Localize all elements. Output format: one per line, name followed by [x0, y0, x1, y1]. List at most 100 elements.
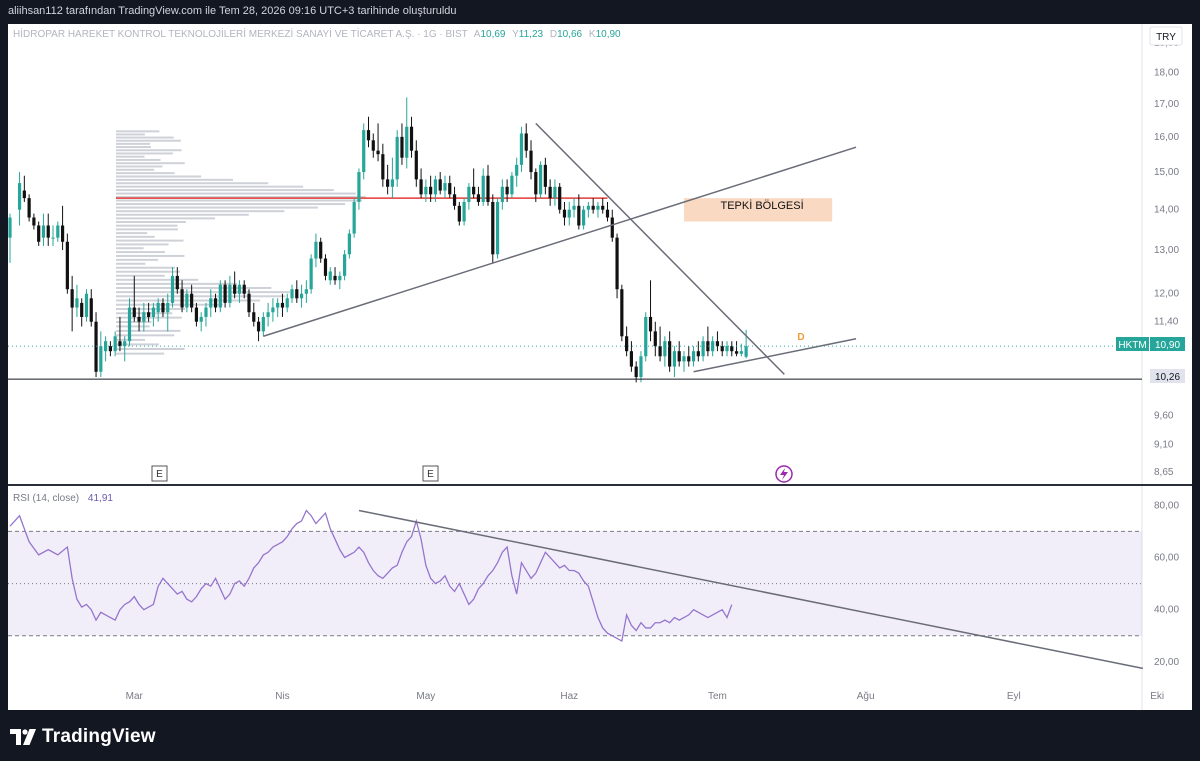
candle-body	[37, 225, 41, 242]
candle-body	[123, 341, 127, 347]
tradingview-logo[interactable]: TradingView	[10, 726, 156, 748]
volume-profile-bar	[116, 133, 145, 136]
candle	[352, 198, 356, 238]
candle-body	[204, 307, 208, 317]
rsi-tick-label: 20,00	[1154, 657, 1179, 668]
candle	[395, 130, 399, 187]
candle-body	[515, 164, 519, 176]
candle	[519, 126, 524, 173]
candle	[605, 201, 610, 222]
candle-body	[60, 225, 65, 242]
candle	[457, 201, 461, 226]
volume-profile-bar	[116, 165, 163, 168]
price-tick-label: 13,00	[1154, 245, 1179, 256]
volume-profile-bar	[116, 262, 146, 265]
candle-body	[472, 186, 476, 195]
candle-body	[625, 336, 629, 352]
currency-label: TRY	[1156, 32, 1176, 43]
candle-body	[457, 205, 461, 222]
candle	[500, 179, 504, 210]
chart-svg[interactable]: TEPKİ BÖLGESİ 19,0018,0017,0016,0015,001…	[8, 24, 1192, 710]
candle	[199, 312, 203, 332]
candle-body	[151, 307, 155, 317]
candle	[443, 175, 447, 199]
candle-body	[170, 275, 175, 303]
candle-body	[481, 175, 485, 202]
chart-panel[interactable]: TEPKİ BÖLGESİ 19,0018,0017,0016,0015,001…	[8, 24, 1192, 710]
candle	[357, 168, 361, 210]
candle	[644, 312, 648, 362]
candle-body	[271, 307, 275, 313]
candle-body	[266, 312, 270, 317]
candle-body	[543, 164, 547, 187]
candle-body	[352, 201, 356, 234]
rsi-band	[8, 531, 1142, 636]
volume-profile-bar	[116, 199, 362, 202]
candle-body	[22, 190, 26, 199]
candle	[276, 298, 280, 317]
candle	[696, 341, 700, 362]
volume-profile-bar	[116, 189, 334, 192]
candle-body	[438, 179, 442, 191]
candle	[639, 351, 643, 383]
candle	[295, 280, 299, 303]
candle-body	[362, 130, 366, 173]
candle-body	[491, 201, 495, 255]
candle	[677, 341, 681, 367]
candle	[204, 302, 208, 327]
candle	[252, 302, 256, 327]
candle-body	[338, 275, 342, 281]
candle	[65, 233, 69, 294]
volume-profile-bar	[116, 192, 356, 195]
candle-body	[175, 275, 179, 290]
candle-body	[696, 351, 700, 357]
candle-body	[132, 307, 136, 317]
legend-close-value: 10,90	[596, 29, 621, 40]
candle	[586, 201, 590, 218]
candle	[562, 201, 567, 226]
candle-body	[94, 321, 98, 372]
candle-body	[500, 186, 504, 202]
volume-profile-bar	[116, 149, 182, 152]
candle-body	[725, 346, 729, 352]
candle	[615, 233, 619, 299]
volume-profile-bar	[116, 254, 185, 257]
volume-profile-bar	[116, 228, 178, 231]
candle-body	[605, 209, 610, 218]
candle	[452, 186, 457, 210]
candle-body	[156, 302, 160, 313]
price-tick-label: 12,00	[1154, 289, 1179, 300]
candle	[682, 351, 686, 372]
candle-body	[691, 351, 696, 362]
volume-profile-bar	[116, 139, 181, 142]
candle-body	[233, 284, 237, 294]
candle-body	[687, 356, 691, 362]
price-tick-label: 11,40	[1154, 317, 1179, 328]
candle	[701, 336, 705, 362]
candle-body	[252, 312, 256, 322]
candle-body	[553, 186, 557, 199]
candle	[706, 326, 710, 357]
volume-profile-bar	[116, 206, 318, 209]
candle-body	[137, 316, 141, 322]
tradingview-logo-text: TradingView	[42, 726, 156, 747]
candle	[37, 221, 41, 246]
candle-body	[319, 241, 323, 259]
candle-body	[75, 298, 79, 308]
price-tick-label: 9,60	[1154, 410, 1174, 421]
candle-body	[505, 186, 509, 195]
candle-body	[424, 186, 428, 195]
candle	[596, 201, 600, 218]
candle-body	[663, 341, 667, 357]
candle-body	[56, 225, 60, 238]
candle	[591, 198, 595, 214]
candle	[409, 116, 414, 158]
candle-body	[65, 241, 69, 290]
volume-profile-bar	[116, 334, 175, 337]
candle-body	[534, 172, 538, 195]
volume-profile-bar	[116, 325, 150, 328]
caption-bar: aliihsan112 tarafından TradingView.com i…	[0, 0, 1200, 24]
volume-profile-bar	[116, 251, 165, 254]
earnings-marker-1-label: E	[156, 469, 163, 480]
candle-body	[366, 130, 371, 141]
